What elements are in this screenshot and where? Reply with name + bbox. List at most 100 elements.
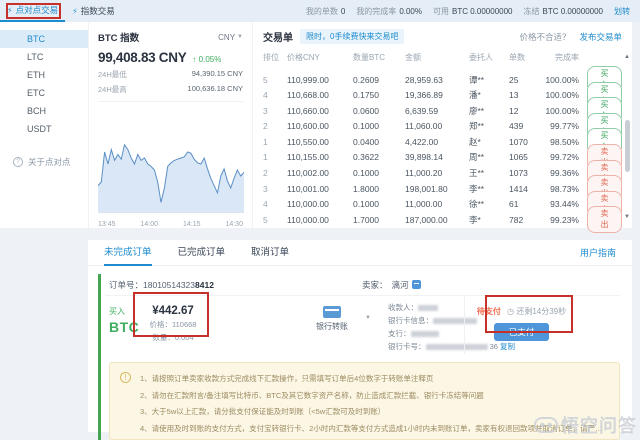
column-header: 委托人: [469, 52, 509, 63]
payment-method[interactable]: 银行转账 ▼: [297, 306, 367, 332]
sidebar-item-eth[interactable]: ETH: [0, 66, 88, 84]
scroll-up-icon[interactable]: ▲: [624, 54, 630, 60]
column-header: 排位: [263, 52, 287, 63]
low-value: 94,390.15 CNY: [192, 69, 243, 80]
order-number: 订单号：180105143238412: [109, 279, 214, 291]
orderbook-header-row: 排位价格CNY数量BTC金额委托人单数完成率: [263, 49, 622, 66]
sidebar-item-etc[interactable]: ETC: [0, 84, 88, 102]
tab-index-trade[interactable]: ⚡ 指数交易: [65, 0, 122, 22]
sell-button[interactable]: 卖出: [587, 206, 622, 233]
cell-orders: 12: [509, 106, 541, 116]
tab-p2p-trade[interactable]: ⚡ 点对点交易: [0, 0, 65, 22]
sidebar-item-usdt[interactable]: USDT: [0, 120, 88, 138]
cell-rank: 5: [263, 75, 287, 85]
cell-price: 110,155.00: [287, 152, 353, 162]
stat-item: 可用BTC 0.00000000: [433, 6, 513, 17]
cell-amount: 6,639.59: [405, 106, 469, 116]
cell-qty: 0.2609: [353, 75, 405, 85]
order-qty: 数量：0.004: [137, 332, 209, 343]
cell-amount: 19,366.89: [405, 90, 469, 100]
promo-badge: 限时，0手续费快来交易吧: [300, 29, 404, 44]
bank-card-icon: [323, 306, 341, 318]
cell-trader: 李**: [469, 183, 509, 195]
sidebar-item-ltc[interactable]: LTC: [0, 48, 88, 66]
tab-completed-orders[interactable]: 已完成订单: [178, 240, 226, 266]
user-guide-link[interactable]: 用户指南: [580, 246, 616, 259]
stat-value: BTC 0.00000000: [543, 7, 604, 16]
coin-sidebar: BTCLTCETHETCBCHUSDT ? 关于点对点: [0, 22, 88, 228]
order-coin: BTC: [109, 319, 139, 335]
cell-qty: 1.7000: [353, 215, 405, 225]
sidebar-item-btc[interactable]: BTC: [0, 30, 88, 48]
cell-qty: 0.1000: [353, 199, 405, 209]
cell-price: 110,550.00: [287, 137, 353, 147]
cell-price: 110,000.00: [287, 199, 353, 209]
orderbook-row: 5110,999.000.260928,959.63谭**25100.00%买入: [263, 66, 622, 82]
tab-p2p-label: 点对点交易: [16, 4, 59, 16]
cell-rate: 98.50%: [541, 137, 587, 147]
scrollbar-thumb[interactable]: [625, 120, 630, 172]
cell-rate: 100.00%: [541, 75, 587, 85]
cell-orders: 61: [509, 199, 541, 209]
orderbook-rows: 5110,999.000.260928,959.63谭**25100.00%买入…: [263, 66, 622, 222]
x-tick-label: 13:45: [98, 221, 116, 228]
transfer-link[interactable]: 划转: [614, 6, 630, 17]
clock-icon: ◷: [507, 307, 514, 316]
order-tabs: 未完成订单 已完成订单 取消订单 用户指南: [88, 240, 632, 266]
index-chart: [98, 101, 243, 219]
cell-orders: 1073: [509, 168, 541, 178]
cell-qty: 0.1000: [353, 121, 405, 131]
order-side: 买入 BTC: [109, 306, 139, 335]
orderbook-title: 交易单: [263, 29, 293, 44]
countdown: ◷ 还剩14分39秒: [507, 307, 566, 316]
chevron-down-icon[interactable]: ▼: [365, 315, 371, 321]
cell-rank: 3: [263, 184, 287, 194]
chat-icon[interactable]: [412, 280, 421, 289]
x-tick-label: 14:30: [225, 221, 243, 228]
wukong-watermark: 悟空问答: [534, 412, 637, 438]
tab-open-orders[interactable]: 未完成订单: [104, 240, 152, 266]
btc-index-panel: BTC 指数 CNY ▼ 99,408.83 CNY ↑ 0.05% 24H最低…: [88, 22, 252, 228]
cell-rate: 98.73%: [541, 184, 587, 194]
scroll-down-icon[interactable]: ▼: [624, 214, 630, 220]
column-header: 价格CNY: [287, 52, 353, 63]
cell-rate: 93.44%: [541, 199, 587, 209]
tab-cancelled-orders[interactable]: 取消订单: [251, 240, 289, 266]
cell-qty: 0.1000: [353, 168, 405, 178]
cell-rate: 99.23%: [541, 215, 587, 225]
cell-trader: 周**: [469, 151, 509, 163]
stat-item: 冻结BTC 0.00000000: [524, 6, 604, 17]
cell-amount: 11,000.20: [405, 168, 469, 178]
cell-trader: 郑**: [469, 120, 509, 132]
sidebar-item-about-p2p[interactable]: ? 关于点对点: [0, 156, 88, 168]
cell-qty: 0.3622: [353, 152, 405, 162]
stat-value: 0: [341, 7, 345, 16]
index-price: 99,408.83 CNY: [98, 50, 186, 65]
cell-rank: 5: [263, 215, 287, 225]
cell-amount: 11,060.00: [405, 121, 469, 131]
cell-price: 110,600.00: [287, 121, 353, 131]
stat-item: 我的完成率0.00%: [356, 6, 422, 17]
cell-orders: 13: [509, 90, 541, 100]
cell-trader: 廖**: [469, 105, 509, 117]
cell-rank: 3: [263, 106, 287, 116]
sidebar-item-bch[interactable]: BCH: [0, 102, 88, 120]
notice-line: 2、请勿在汇款附言/备注填写比特币、BTC及其它数字资产名称，防止造成汇款拦截、…: [140, 388, 609, 405]
cell-price: 110,000.00: [287, 215, 353, 225]
cell-amount: 39,898.14: [405, 152, 469, 162]
cell-orders: 1070: [509, 137, 541, 147]
status-badge: 待支付: [477, 307, 501, 316]
lightning-icon: ⚡: [72, 7, 78, 16]
publish-order-link[interactable]: 发布交易单: [579, 31, 622, 43]
x-tick-label: 14:00: [140, 221, 158, 228]
wukong-logo-icon: [534, 417, 558, 433]
currency-select[interactable]: CNY ▼: [218, 33, 243, 42]
paid-button[interactable]: 已支付: [494, 323, 550, 341]
cell-orders: 1414: [509, 184, 541, 194]
order-price: 价格：110668: [137, 319, 209, 330]
chart-x-axis-labels: 13:4514:0014:1514:30: [98, 221, 243, 228]
cell-rate: 99.77%: [541, 121, 587, 131]
cell-trader: 徐**: [469, 198, 509, 210]
cell-amount: 11,000.00: [405, 199, 469, 209]
cell-qty: 0.0600: [353, 106, 405, 116]
